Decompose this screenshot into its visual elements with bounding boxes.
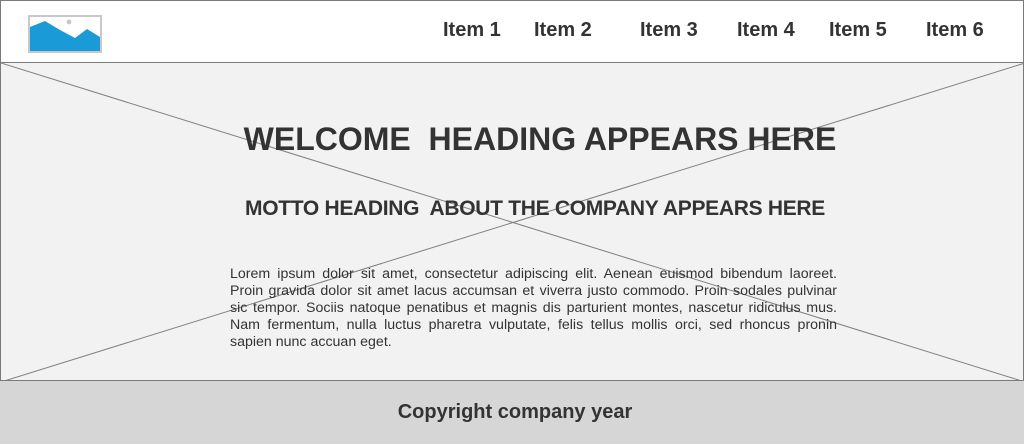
nav-item-2[interactable]: Item 2 — [534, 19, 592, 42]
nav-item-6[interactable]: Item 6 — [926, 19, 984, 42]
hero-banner: WELCOME HEADING APPEARS HERE MOTTO HEADI… — [0, 62, 1024, 381]
welcome-heading: WELCOME HEADING APPEARS HERE — [243, 121, 837, 157]
nav-item-5[interactable]: Item 5 — [829, 19, 887, 42]
footer-bar: Copyright company year — [0, 381, 1024, 444]
logo-image-icon[interactable] — [28, 15, 102, 53]
hero-body-text: Lorem ipsum dolor sit amet, consectetur … — [230, 266, 837, 350]
header-bar: Item 1 Item 2 Item 3 Item 4 Item 5 Item … — [0, 0, 1024, 62]
motto-heading: MOTTO HEADING ABOUT THE COMPANY APPEARS … — [245, 197, 825, 220]
nav-item-1[interactable]: Item 1 — [443, 19, 501, 42]
nav-item-3[interactable]: Item 3 — [640, 19, 698, 42]
copyright-text: Copyright company year — [397, 401, 633, 423]
nav-item-4[interactable]: Item 4 — [737, 19, 795, 42]
